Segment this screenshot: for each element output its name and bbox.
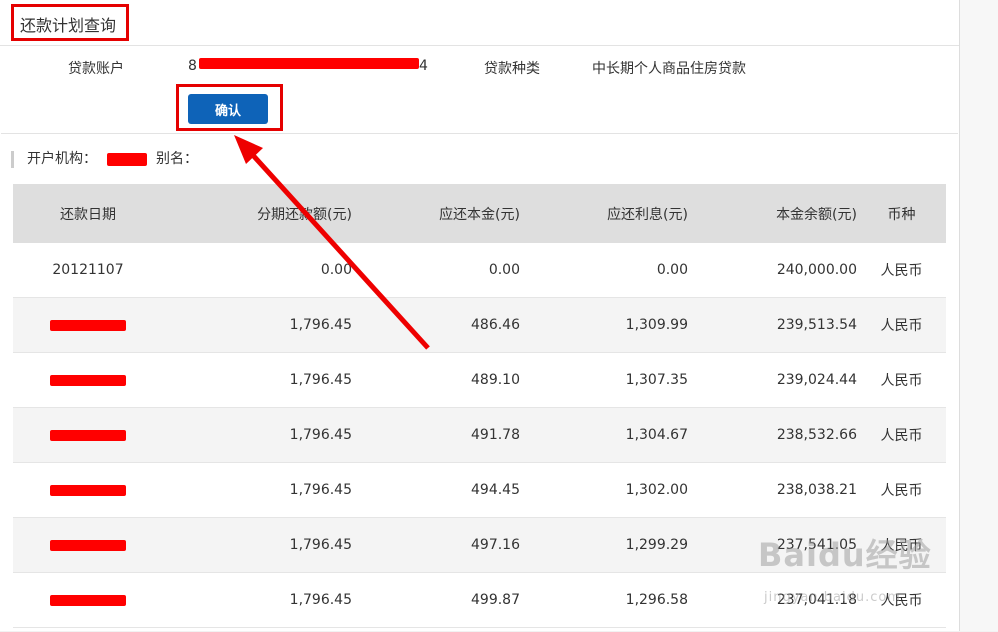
title-bar: 还款计划查询 (0, 0, 959, 46)
cell-currency: 人民币 (857, 462, 946, 518)
scrollbar-track[interactable] (960, 0, 998, 631)
loan-account-value-end: 4 (419, 58, 428, 74)
loan-account-value-start: 8 (188, 58, 197, 74)
cell-currency: 人民币 (857, 352, 946, 408)
col-date: 还款日期 (13, 184, 163, 243)
alias-label: 别名： (156, 151, 198, 167)
loan-type-label: 贷款种类 (484, 61, 540, 77)
cell-installment: 1,796.45 (163, 352, 352, 408)
date-redaction (50, 374, 126, 386)
cell-principal: 489.10 (352, 352, 520, 408)
watermark-main: Baidu经验 (758, 536, 932, 574)
date-redaction (50, 429, 126, 441)
col-installment: 分期还款额(元) (163, 184, 352, 243)
cell-principal: 497.16 (352, 517, 520, 573)
cell-date-redacted (13, 407, 163, 463)
cell-interest: 1,304.67 (520, 407, 688, 463)
loan-account-label: 贷款账户 (68, 61, 124, 77)
button-highlight-box (176, 84, 283, 131)
loan-type-value: 中长期个人商品住房贷款 (592, 61, 746, 77)
cell-currency: 人民币 (857, 297, 946, 353)
cell-installment: 0.00 (163, 243, 352, 298)
watermark-sub: jingyan.baidu.com (764, 590, 901, 605)
cell-balance: 240,000.00 (688, 243, 857, 298)
col-interest: 应还利息(元) (520, 184, 688, 243)
cell-principal: 0.00 (352, 243, 520, 298)
table-row: 1,796.45 494.45 1,302.00 238,038.21 人民币 (13, 462, 946, 518)
col-principal: 应还本金(元) (352, 184, 520, 243)
cell-interest: 1,296.58 (520, 572, 688, 628)
date-redaction (50, 539, 126, 551)
table-row: 1,796.45 486.46 1,309.99 239,513.54 人民币 (13, 297, 946, 353)
date-redaction (50, 594, 126, 606)
cell-installment: 1,796.45 (163, 517, 352, 573)
col-currency: 币种 (857, 184, 946, 243)
date-redaction (50, 319, 126, 331)
cell-principal: 494.45 (352, 462, 520, 518)
cell-date: 20121107 (13, 243, 163, 298)
cell-installment: 1,796.45 (163, 462, 352, 518)
cell-interest: 1,302.00 (520, 462, 688, 518)
cell-currency: 人民币 (857, 407, 946, 463)
cell-date-redacted (13, 297, 163, 353)
org-label: 开户机构： (27, 151, 97, 167)
cell-interest: 0.00 (520, 243, 688, 298)
cell-balance: 239,513.54 (688, 297, 857, 353)
title-highlight-box (11, 4, 129, 41)
cell-principal: 491.78 (352, 407, 520, 463)
col-balance: 本金余额(元) (688, 184, 857, 243)
date-redaction (50, 484, 126, 496)
cell-date-redacted (13, 572, 163, 628)
cell-balance: 239,024.44 (688, 352, 857, 408)
table-row: 20121107 0.00 0.00 0.00 240,000.00 人民币 (13, 243, 946, 298)
cell-date-redacted (13, 517, 163, 573)
cell-interest: 1,299.29 (520, 517, 688, 573)
loan-account-redaction (199, 58, 419, 69)
cell-date-redacted (13, 352, 163, 408)
org-redaction (107, 153, 147, 166)
info-row: 开户机构： 别名： (11, 151, 527, 168)
cell-interest: 1,307.35 (520, 352, 688, 408)
watermark: Baidu经验 jingyan.baidu.com (758, 530, 932, 605)
cell-installment: 1,796.45 (163, 297, 352, 353)
cell-interest: 1,309.99 (520, 297, 688, 353)
table-row: 1,796.45 491.78 1,304.67 238,532.66 人民币 (13, 407, 946, 463)
table-header-row: 还款日期 分期还款额(元) 应还本金(元) 应还利息(元) 本金余额(元) 币种 (13, 184, 946, 243)
cell-installment: 1,796.45 (163, 572, 352, 628)
cell-principal: 499.87 (352, 572, 520, 628)
cell-balance: 238,038.21 (688, 462, 857, 518)
cell-installment: 1,796.45 (163, 407, 352, 463)
cell-currency: 人民币 (857, 243, 946, 298)
table-row: 1,796.45 489.10 1,307.35 239,024.44 人民币 (13, 352, 946, 408)
cell-principal: 486.46 (352, 297, 520, 353)
cell-balance: 238,532.66 (688, 407, 857, 463)
cell-date-redacted (13, 462, 163, 518)
